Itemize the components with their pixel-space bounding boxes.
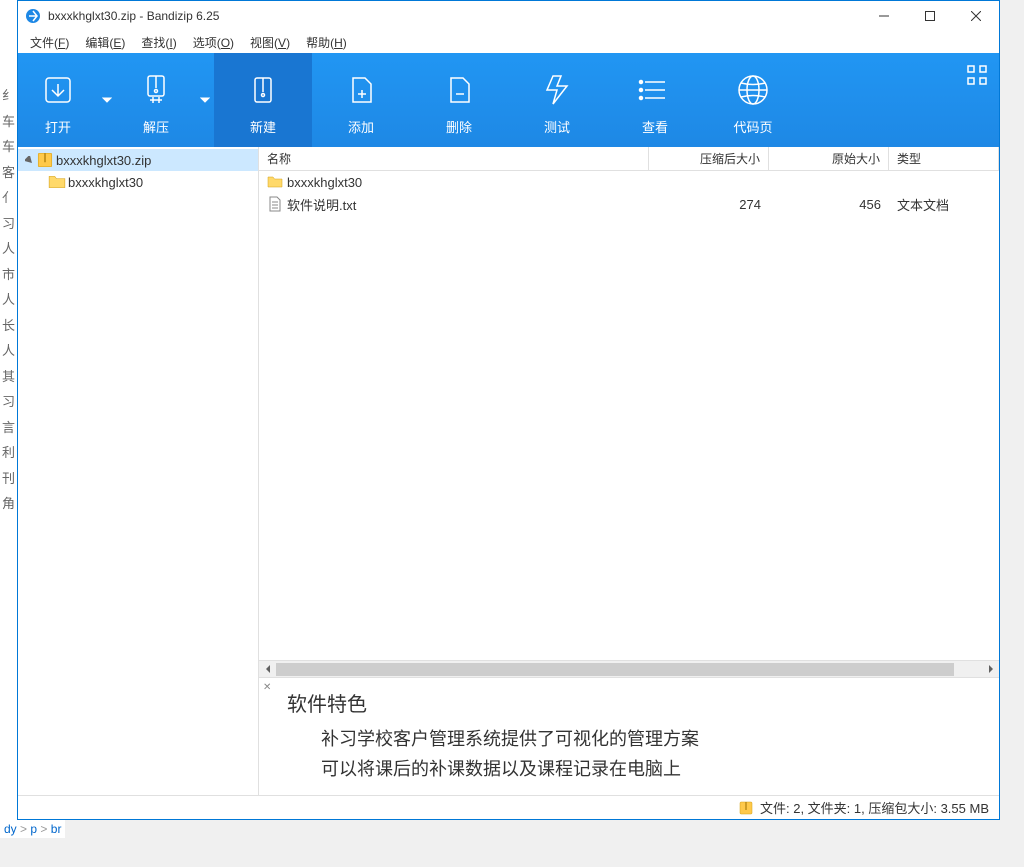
list-body: bxxxkhglxt30软件说明.txt274456文本文档 (259, 171, 999, 660)
add-icon (343, 65, 379, 115)
minimize-button[interactable] (861, 1, 907, 31)
codepage-icon (735, 65, 771, 115)
maximize-button[interactable] (907, 1, 953, 31)
col-header-type[interactable]: 类型 (889, 147, 999, 170)
col-header-compressed[interactable]: 压缩后大小 (649, 147, 769, 170)
toolbar-open-dropdown[interactable] (98, 53, 116, 147)
toolbar-delete-button[interactable]: 删除 (410, 53, 508, 147)
window-title: bxxxkhglxt30.zip - Bandizip 6.25 (48, 9, 861, 23)
scroll-left-icon[interactable] (259, 661, 276, 678)
preview-panel: ✕ 软件特色 补习学校客户管理系统提供了可视化的管理方案 可以将课后的补课数据以… (259, 677, 999, 795)
app-window: bxxxkhglxt30.zip - Bandizip 6.25 文件(F)编辑… (17, 0, 1000, 820)
preview-title: 软件特色 (287, 688, 985, 717)
menu-f[interactable]: 文件(F) (22, 32, 77, 53)
view-icon (637, 65, 673, 115)
toolbar: 打开解压新建添加删除测试查看代码页 (18, 53, 999, 147)
list-item[interactable]: 软件说明.txt274456文本文档 (259, 193, 999, 215)
statusbar-zip-icon (738, 800, 754, 816)
breadcrumb: dy > p > br (0, 820, 65, 838)
scroll-right-icon[interactable] (982, 661, 999, 678)
list-panel: 名称 压缩后大小 原始大小 类型 bxxxkhglxt30软件说明.txt274… (259, 147, 999, 795)
tree-panel: bxxxkhglxt30.zip bxxxkhglxt30 (18, 147, 259, 795)
horizontal-scrollbar[interactable] (259, 660, 999, 677)
toolbar-grid-icon[interactable] (967, 65, 987, 90)
list-header: 名称 压缩后大小 原始大小 类型 (259, 147, 999, 171)
delete-icon (441, 65, 477, 115)
preview-line: 可以将课后的补课数据以及课程记录在电脑上 (321, 755, 985, 781)
open-icon (40, 65, 76, 115)
titlebar: bxxxkhglxt30.zip - Bandizip 6.25 (18, 1, 999, 31)
statusbar: 文件: 2, 文件夹: 1, 压缩包大小: 3.55 MB (18, 795, 999, 819)
collapse-icon[interactable] (22, 156, 36, 165)
app-icon (24, 7, 42, 25)
col-header-original[interactable]: 原始大小 (769, 147, 889, 170)
test-icon (539, 65, 575, 115)
preview-line: 补习学校客户管理系统提供了可视化的管理方案 (321, 725, 985, 751)
txt-icon (267, 196, 283, 212)
list-item[interactable]: bxxxkhglxt30 (259, 171, 999, 193)
toolbar-codepage-button[interactable]: 代码页 (704, 53, 802, 147)
toolbar-extract-button[interactable]: 解压 (116, 53, 196, 147)
tree-child-item[interactable]: bxxxkhglxt30 (18, 171, 258, 193)
zip-icon (36, 151, 54, 169)
statusbar-text: 文件: 2, 文件夹: 1, 压缩包大小: 3.55 MB (760, 798, 989, 817)
toolbar-open-button[interactable]: 打开 (18, 53, 98, 147)
toolbar-add-button[interactable]: 添加 (312, 53, 410, 147)
new-icon (245, 65, 281, 115)
folder-icon (48, 173, 66, 191)
preview-close-icon[interactable]: ✕ (263, 682, 271, 693)
menu-h[interactable]: 帮助(H) (298, 32, 355, 53)
content-area: bxxxkhglxt30.zip bxxxkhglxt30 名称 压缩后大小 原… (18, 147, 999, 795)
tree-root-label: bxxxkhglxt30.zip (56, 153, 151, 168)
col-header-name[interactable]: 名称 (259, 147, 649, 170)
folder-icon (267, 174, 283, 190)
toolbar-test-button[interactable]: 测试 (508, 53, 606, 147)
extract-icon (138, 65, 174, 115)
menubar: 文件(F)编辑(E)查找(I)选项(O)视图(V)帮助(H) (18, 31, 999, 53)
menu-o[interactable]: 选项(O) (185, 32, 242, 53)
close-button[interactable] (953, 1, 999, 31)
menu-i[interactable]: 查找(I) (133, 32, 184, 53)
toolbar-view-button[interactable]: 查看 (606, 53, 704, 147)
toolbar-new-button[interactable]: 新建 (214, 53, 312, 147)
toolbar-extract-dropdown[interactable] (196, 53, 214, 147)
background-text-strip: 纟车车客亻习人市人长人其习言利刊角 (0, 0, 17, 820)
tree-root-item[interactable]: bxxxkhglxt30.zip (18, 149, 258, 171)
tree-child-label: bxxxkhglxt30 (68, 175, 143, 190)
menu-e[interactable]: 编辑(E) (77, 32, 133, 53)
scrollbar-thumb[interactable] (276, 663, 954, 676)
menu-v[interactable]: 视图(V) (242, 32, 298, 53)
